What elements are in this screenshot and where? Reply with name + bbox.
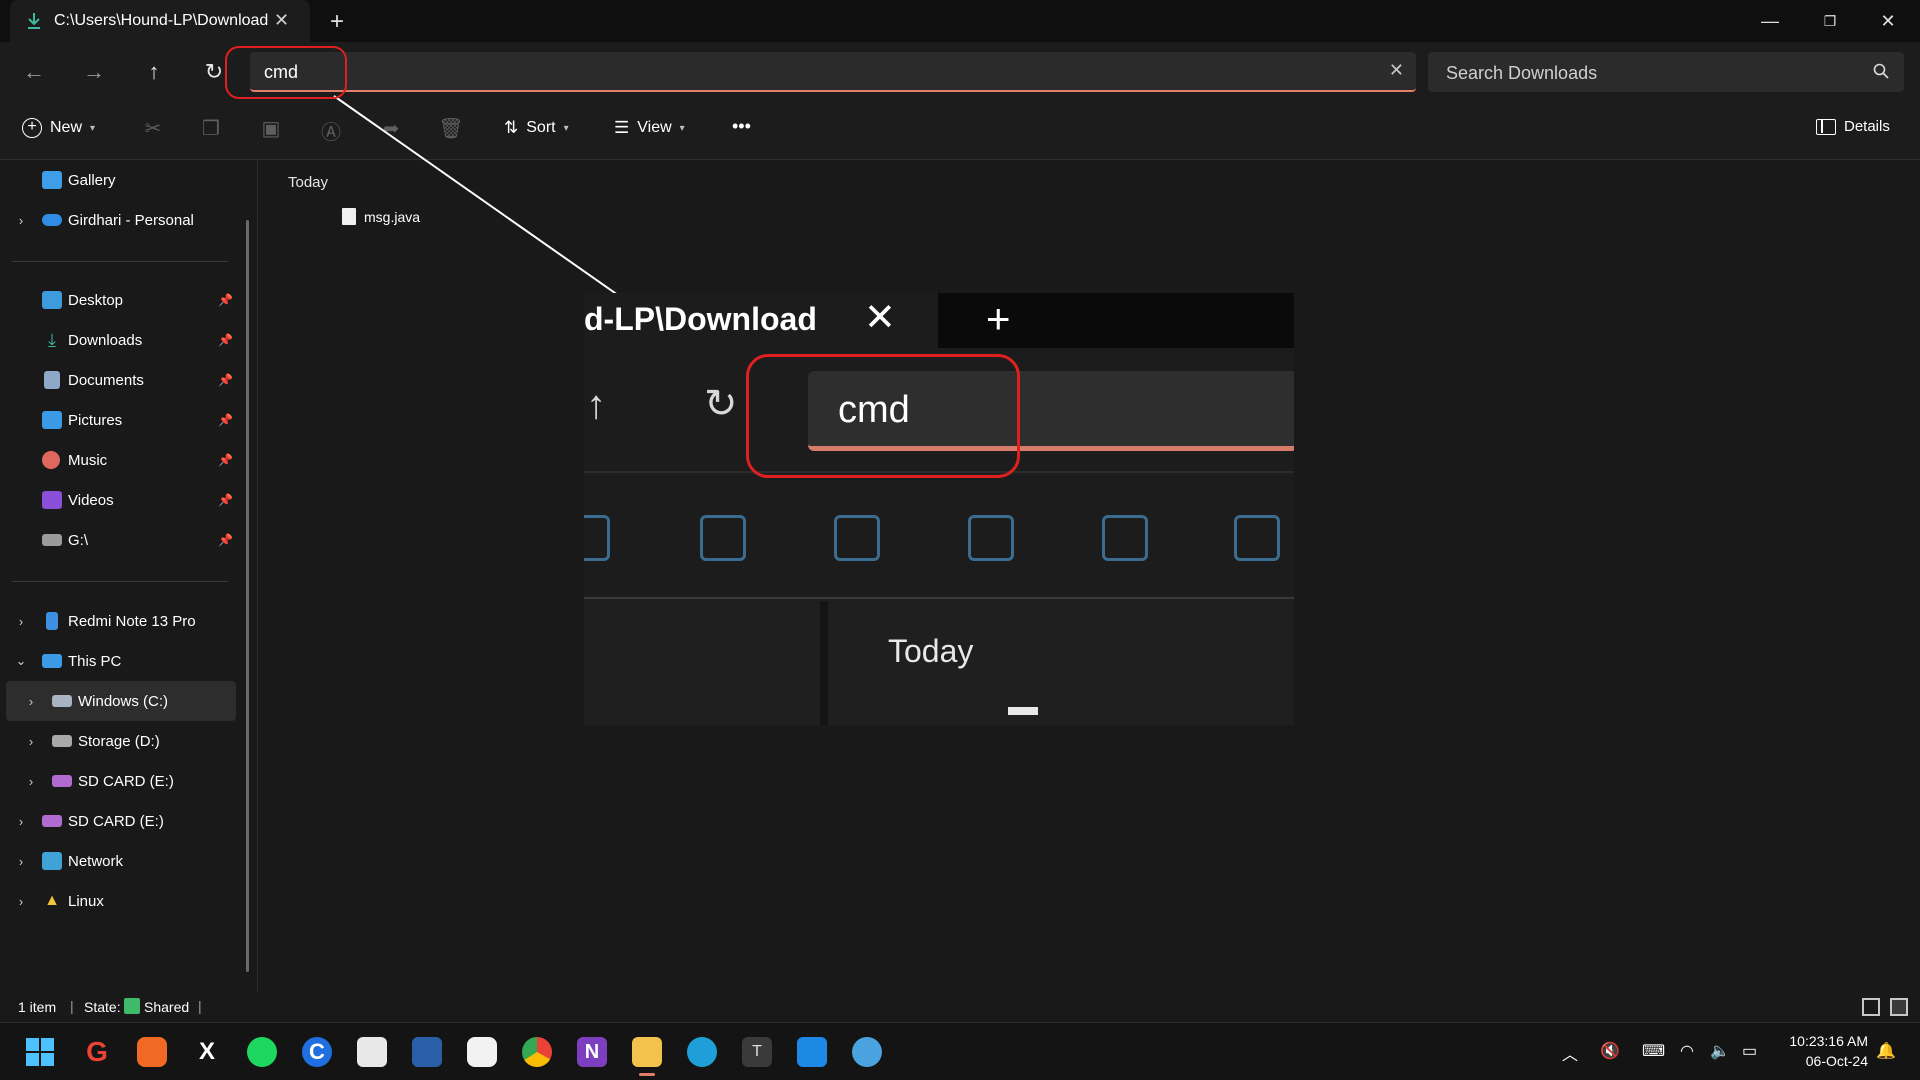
zoom-content: Today bbox=[584, 601, 1294, 725]
copy-icon bbox=[700, 515, 746, 561]
vscode-icon[interactable] bbox=[797, 1037, 827, 1067]
battery-icon[interactable]: ▭ bbox=[1742, 1041, 1757, 1061]
spotify-icon[interactable] bbox=[247, 1037, 277, 1067]
state-label: State: bbox=[84, 999, 121, 1015]
close-icon: ✕ bbox=[864, 297, 896, 339]
edge-icon[interactable] bbox=[687, 1037, 717, 1067]
clock-date: 06-Oct-24 bbox=[1805, 1053, 1868, 1069]
active-indicator bbox=[639, 1073, 655, 1076]
annotation-highlight bbox=[225, 46, 347, 99]
zoom-tab-title: d-LP\Download bbox=[584, 301, 817, 337]
list-view-icon[interactable] bbox=[1862, 998, 1880, 1016]
shared-icon bbox=[124, 998, 140, 1014]
status-bar: 1 item | State: Shared | bbox=[0, 992, 1920, 1022]
tiles-view-icon[interactable] bbox=[1890, 998, 1908, 1016]
state-value: Shared bbox=[144, 999, 190, 1015]
taskbar: G X C N T ︿ 🔇 ⌨ ◠ 🔈 ▭ 10:23:16 AM 06-Oct… bbox=[0, 1022, 1920, 1080]
refresh-icon: ↻ bbox=[704, 382, 738, 426]
keyboard-icon[interactable]: ⌨ bbox=[1642, 1041, 1665, 1061]
visual-studio-icon[interactable] bbox=[412, 1037, 442, 1067]
zoom-file-icon bbox=[1008, 707, 1038, 715]
chatgpt-icon[interactable] bbox=[467, 1037, 497, 1067]
paint-icon[interactable] bbox=[852, 1037, 882, 1067]
clock[interactable]: 10:23:16 AM 06-Oct-24 bbox=[1789, 1031, 1868, 1071]
store-icon[interactable] bbox=[357, 1037, 387, 1067]
paste-icon bbox=[834, 515, 880, 561]
plus-icon: + bbox=[986, 295, 1011, 342]
brave-icon[interactable] bbox=[137, 1037, 167, 1067]
zoom-toolbar bbox=[584, 475, 1294, 599]
separator: | bbox=[70, 998, 74, 1014]
up-icon: ↑ bbox=[586, 383, 606, 427]
share-icon bbox=[1102, 515, 1148, 561]
g-app-icon[interactable]: G bbox=[82, 1037, 112, 1067]
chevron-up-icon[interactable]: ︿ bbox=[1562, 1041, 1578, 1065]
wifi-icon[interactable]: ◠ bbox=[1680, 1041, 1694, 1061]
delete-icon bbox=[1234, 515, 1280, 561]
c-app-icon[interactable]: C bbox=[302, 1037, 332, 1067]
t-app-icon[interactable]: T bbox=[742, 1037, 772, 1067]
zoom-group-header: Today bbox=[888, 633, 974, 669]
item-count: 1 item bbox=[18, 999, 57, 1015]
x-app-icon[interactable]: X bbox=[192, 1037, 222, 1067]
zoom-pane-splitter bbox=[820, 601, 828, 725]
volume-icon[interactable]: 🔈 bbox=[1710, 1041, 1730, 1061]
mute-icon[interactable]: 🔇 bbox=[1600, 1041, 1620, 1061]
rename-icon bbox=[968, 515, 1014, 561]
separator: | bbox=[198, 998, 202, 1014]
notification-icon[interactable]: 🔔 bbox=[1876, 1041, 1896, 1061]
file-explorer-icon[interactable] bbox=[632, 1037, 662, 1067]
onenote-icon[interactable]: N bbox=[577, 1037, 607, 1067]
cut-icon bbox=[584, 515, 610, 561]
clock-time: 10:23:16 AM bbox=[1789, 1033, 1868, 1049]
windows-start-icon[interactable] bbox=[26, 1038, 54, 1066]
zoom-tab-strip: + bbox=[938, 293, 1294, 348]
annotation-highlight-zoom bbox=[746, 354, 1020, 478]
chrome-icon[interactable] bbox=[522, 1037, 552, 1067]
